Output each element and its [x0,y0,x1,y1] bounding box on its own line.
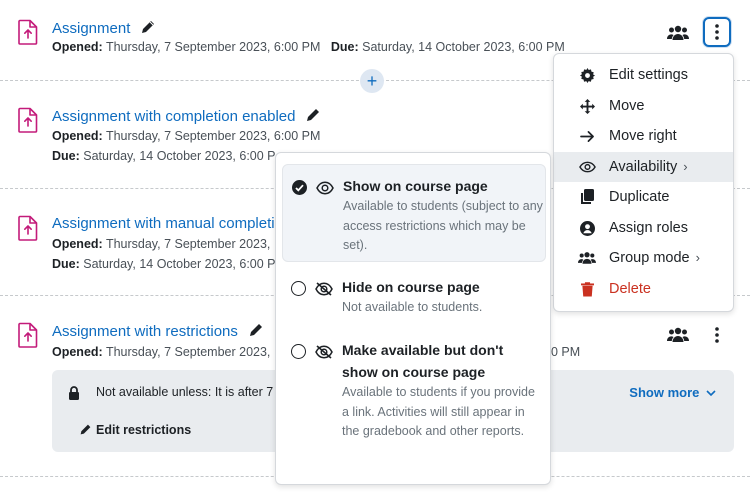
show-more-link[interactable]: Show more [629,385,716,400]
menu-item-label: Duplicate [609,189,670,205]
option-description: Available to students (subject to any ac… [343,199,543,252]
activity-opened: Opened: Thursday, 7 September 2023, [52,345,270,359]
user-circle-icon [578,219,596,237]
edit-restrictions-label[interactable]: Edit restrictions [96,423,191,437]
due-value-tail: 0 PM [551,345,581,359]
activity-title[interactable]: Assignment with manual completi [52,215,275,232]
opened-value: Thursday, 7 September 2023, [105,345,271,359]
menu-item-group-mode[interactable]: Group mode › [554,243,733,273]
activity-title-link[interactable]: Assignment with manual completi [52,215,275,232]
activity-opened: Opened: Thursday, 7 September 2023, 6:00… [52,129,320,143]
activity-title-link[interactable]: Assignment with restrictions [52,322,264,340]
check-circle-icon [292,180,307,195]
eye-slash-icon [315,282,333,296]
option-description: Available to students if you provide a l… [342,385,535,438]
kebab-icon [715,24,719,40]
gear-icon [578,66,596,84]
activity-action-menu: Edit settings Move Move right Availabili… [553,53,734,312]
plus-icon: + [366,71,378,91]
opened-value: Thursday, 7 September 2023, 6:00 PM [105,129,321,143]
menu-item-move[interactable]: Move [554,91,733,121]
opened-label: Opened: [52,345,103,359]
menu-item-availability[interactable]: Availability › [554,152,733,182]
opened-label: Opened: [52,40,103,54]
group-mode-icon[interactable] [667,24,689,42]
actions-menu-button[interactable] [703,17,731,47]
option-description: Not available to students. [342,300,483,314]
actions-menu-button[interactable] [703,320,731,350]
due-value: Saturday, 14 October 2023, 6:00 PM [362,40,565,54]
availability-submenu: Show on course page Available to student… [275,152,551,485]
menu-item-delete[interactable]: Delete [554,274,733,304]
radio-button [291,344,306,359]
opened-label: Opened: [52,129,103,143]
pencil-icon[interactable] [140,19,156,35]
option-title: Show on course page [343,178,488,194]
menu-item-duplicate[interactable]: Duplicate [554,182,733,212]
arrow-right-icon [578,127,596,145]
activity-due: Due: Saturday, 14 October 2023, 6:00 P [52,149,276,163]
due-label: Due: [330,40,359,54]
menu-item-label: Edit settings [609,67,688,83]
add-activity-button[interactable]: + [360,69,384,93]
assignment-icon [18,107,38,133]
activity-title[interactable]: Assignment with restrictions [52,323,238,340]
assignment-icon [18,19,38,45]
group-mode-icon[interactable] [667,326,689,344]
pencil-icon[interactable] [248,322,264,338]
menu-item-label: Availability [609,159,678,175]
opened-value: Thursday, 7 September 2023, [105,237,271,251]
menu-item-label-wrap: Group mode › [609,250,700,266]
menu-item-edit-settings[interactable]: Edit settings [554,60,733,90]
eye-icon [316,181,334,195]
copy-icon [578,188,596,206]
eye-slash-icon [315,345,333,359]
chevron-right-icon: › [683,159,688,174]
due-value: Saturday, 14 October 2023, 6:00 P [83,257,276,271]
activity-title[interactable]: Assignment [52,20,130,37]
activity-due: Due: Saturday, 14 October 2023, 6:00 P [52,257,276,271]
menu-item-label: Move [609,98,645,114]
menu-item-label: Assign roles [609,220,688,236]
trash-icon [578,280,596,298]
menu-item-label: Group mode [609,250,690,266]
assignment-icon [18,322,38,348]
menu-item-label: Move right [609,128,677,144]
due-value: Saturday, 14 October 2023, 6:00 P [83,149,276,163]
option-title: Hide on course page [342,279,480,295]
restriction-text: Not available unless: It is after 7 [96,385,274,399]
opened-value: Thursday, 7 September 2023, 6:00 PM [105,40,321,54]
menu-item-move-right[interactable]: Move right [554,121,733,151]
activity-title-link[interactable]: Assignment with completion enabled [52,107,321,125]
activity-title-link[interactable]: Assignment [52,19,156,37]
option-make-available-hidden[interactable]: Make available but don't show on course … [282,335,546,465]
lock-icon [69,386,79,400]
activity-title[interactable]: Assignment with completion enabled [52,108,295,125]
due-label: Due: [52,149,80,163]
option-hide-on-course-page[interactable]: Hide on course page Not available to stu… [282,273,546,321]
edit-restrictions-link[interactable]: Edit restrictions [79,423,191,437]
menu-item-assign-roles[interactable]: Assign roles [554,213,733,243]
opened-label: Opened: [52,237,103,251]
chevron-right-icon: › [695,250,700,265]
pencil-icon [80,424,91,435]
kebab-icon [715,327,719,343]
show-more-label[interactable]: Show more [629,385,699,400]
chevron-down-icon [706,390,716,397]
menu-item-label: Delete [609,281,651,297]
eye-icon [578,158,596,176]
assignment-icon [18,215,38,241]
activity-dates: Opened: Thursday, 7 September 2023, 6:00… [52,40,565,54]
group-icon [578,249,596,267]
menu-item-label-wrap: Availability › [609,159,688,175]
activity-opened: Opened: Thursday, 7 September 2023, [52,237,270,251]
option-title: Make available but don't show on course … [342,342,504,380]
radio-button [291,281,306,296]
option-show-on-course-page[interactable]: Show on course page Available to student… [282,164,546,262]
pencil-icon[interactable] [305,107,321,123]
move-arrows-icon [578,97,596,115]
due-label: Due: [52,257,80,271]
